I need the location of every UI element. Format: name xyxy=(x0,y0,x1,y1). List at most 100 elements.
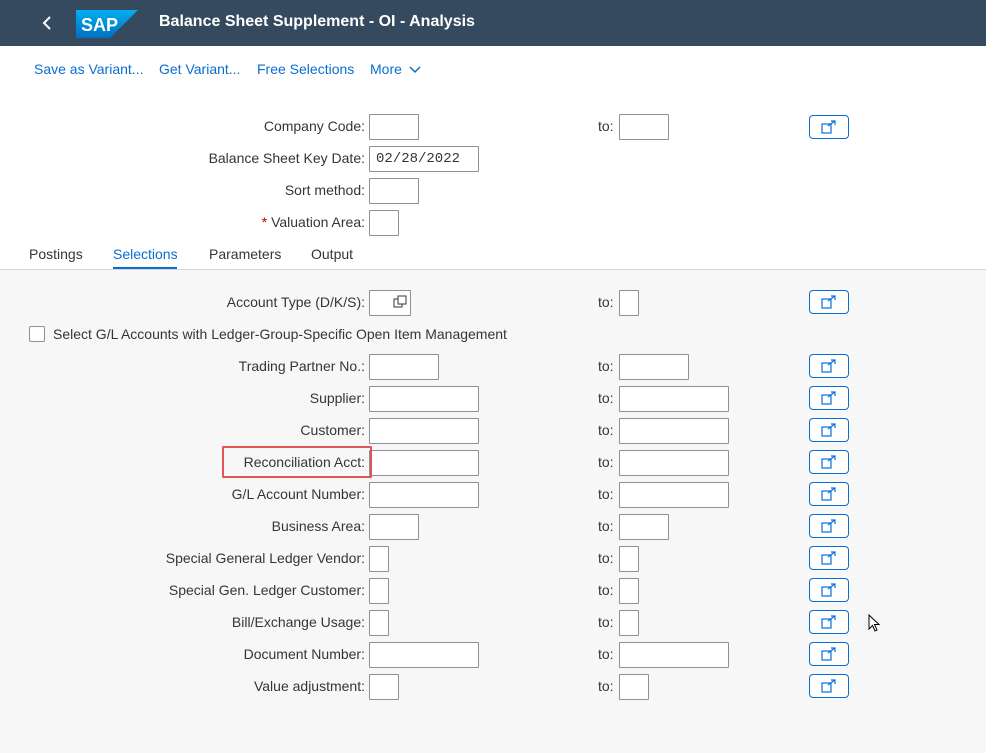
more-label: More xyxy=(370,61,402,77)
account-type-value-help-button[interactable] xyxy=(391,293,409,311)
company-code-input[interactable] xyxy=(369,114,419,140)
gl-account-number-to-input[interactable] xyxy=(619,482,729,508)
business-area-label: Business Area: xyxy=(271,518,365,534)
trading-partner-multiple-selection-button[interactable] xyxy=(809,354,849,378)
supplier-multiple-selection-button[interactable] xyxy=(809,386,849,410)
value-adjustment-to-input[interactable] xyxy=(619,674,649,700)
back-arrow-icon xyxy=(42,16,51,30)
special-gl-vendor-multiple-selection-button[interactable] xyxy=(809,546,849,570)
company-code-to-input[interactable] xyxy=(619,114,669,140)
account-type-label: Account Type (D/K/S): xyxy=(226,294,365,310)
customer-to-label: to: xyxy=(598,422,614,438)
app-title: Balance Sheet Supplement - OI - Analysis xyxy=(159,13,475,30)
document-number-to-label: to: xyxy=(598,646,614,662)
tab-selections[interactable]: Selections xyxy=(113,246,178,262)
business-area-to-label: to: xyxy=(598,518,614,534)
tab-parameters[interactable]: Parameters xyxy=(209,246,281,262)
mouse-pointer-icon xyxy=(868,614,881,632)
get-variant-button[interactable]: Get Variant... xyxy=(159,61,240,77)
shell-bar: SAP Balance Sheet Supplement - OI - Anal… xyxy=(0,0,986,46)
multiple-selection-icon xyxy=(821,679,836,693)
value-adjustment-multiple-selection-button[interactable] xyxy=(809,674,849,698)
special-gl-vendor-to-input[interactable] xyxy=(619,546,639,572)
gl-account-number-to-label: to: xyxy=(598,486,614,502)
valuation-area-label: * Valuation Area: xyxy=(262,214,365,230)
special-gl-vendor-input[interactable] xyxy=(369,546,389,572)
special-gl-customer-label: Special Gen. Ledger Customer: xyxy=(168,582,365,598)
ledger-group-checkbox[interactable] xyxy=(29,326,45,342)
supplier-label: Supplier: xyxy=(309,390,365,406)
gl-account-number-input[interactable] xyxy=(369,482,479,508)
tab-postings[interactable]: Postings xyxy=(29,246,83,262)
more-button[interactable]: More xyxy=(370,61,422,77)
multiple-selection-icon xyxy=(821,583,836,597)
reconciliation-acct-input[interactable] xyxy=(369,450,479,476)
account-type-multiple-selection-button[interactable] xyxy=(809,290,849,314)
multiple-selection-icon xyxy=(821,295,836,309)
supplier-input[interactable] xyxy=(369,386,479,412)
trading-partner-input[interactable] xyxy=(369,354,439,380)
ledger-group-checkbox-label: Select G/L Accounts with Ledger-Group-Sp… xyxy=(53,326,507,342)
document-number-input[interactable] xyxy=(369,642,479,668)
special-gl-vendor-to-label: to: xyxy=(598,550,614,566)
business-area-input[interactable] xyxy=(369,514,419,540)
company-code-to-label: to: xyxy=(598,118,614,134)
customer-input[interactable] xyxy=(369,418,479,444)
value-adjustment-to-label: to: xyxy=(598,678,614,694)
reconciliation-acct-highlight xyxy=(222,446,372,478)
valuation-area-input[interactable] xyxy=(369,210,399,236)
gl-account-number-multiple-selection-button[interactable] xyxy=(809,482,849,506)
account-type-to-label: to: xyxy=(598,294,614,310)
multiple-selection-icon xyxy=(821,391,836,405)
bill-exchange-usage-multiple-selection-button[interactable] xyxy=(809,610,849,634)
gl-account-number-label: G/L Account Number: xyxy=(231,486,365,502)
key-date-label: Balance Sheet Key Date: xyxy=(208,150,365,166)
multiple-selection-icon xyxy=(821,551,836,565)
value-adjustment-label: Value adjustment: xyxy=(253,678,365,694)
reconciliation-acct-to-label: to: xyxy=(598,454,614,470)
bill-exchange-usage-to-label: to: xyxy=(598,614,614,630)
multiple-selection-icon xyxy=(821,615,836,629)
supplier-to-label: to: xyxy=(598,390,614,406)
special-gl-customer-to-input[interactable] xyxy=(619,578,639,604)
company-code-multiple-selection-button[interactable] xyxy=(809,115,849,139)
bill-exchange-usage-to-input[interactable] xyxy=(619,610,639,636)
customer-label: Customer: xyxy=(300,422,365,438)
customer-multiple-selection-button[interactable] xyxy=(809,418,849,442)
account-type-to-input[interactable] xyxy=(619,290,639,316)
sort-method-label: Sort method: xyxy=(284,182,365,198)
value-adjustment-input[interactable] xyxy=(369,674,399,700)
trading-partner-to-input[interactable] xyxy=(619,354,689,380)
business-area-to-input[interactable] xyxy=(619,514,669,540)
value-help-icon xyxy=(393,295,407,308)
special-gl-customer-to-label: to: xyxy=(598,582,614,598)
supplier-to-input[interactable] xyxy=(619,386,729,412)
multiple-selection-icon xyxy=(821,455,836,469)
reconciliation-acct-to-input[interactable] xyxy=(619,450,729,476)
sort-method-input[interactable] xyxy=(369,178,419,204)
multiple-selection-icon xyxy=(821,359,836,373)
company-code-label: Company Code: xyxy=(263,118,365,134)
customer-to-input[interactable] xyxy=(619,418,729,444)
document-number-label: Document Number: xyxy=(243,646,365,662)
tab-output[interactable]: Output xyxy=(311,246,353,262)
document-number-to-input[interactable] xyxy=(619,642,729,668)
trading-partner-label: Trading Partner No.: xyxy=(238,358,365,374)
sap-logo: SAP xyxy=(76,10,138,38)
special-gl-vendor-label: Special General Ledger Vendor: xyxy=(165,550,365,566)
business-area-multiple-selection-button[interactable] xyxy=(809,514,849,538)
valuation-area-label-text: Valuation Area: xyxy=(271,214,365,230)
svg-text:SAP: SAP xyxy=(81,15,118,35)
special-gl-customer-input[interactable] xyxy=(369,578,389,604)
key-date-input[interactable]: 02/28/2022 xyxy=(369,146,479,172)
special-gl-customer-multiple-selection-button[interactable] xyxy=(809,578,849,602)
multiple-selection-icon xyxy=(821,120,836,134)
save-variant-button[interactable]: Save as Variant... xyxy=(34,61,143,77)
back-button[interactable] xyxy=(34,11,60,35)
bill-exchange-usage-label: Bill/Exchange Usage: xyxy=(231,614,365,630)
multiple-selection-icon xyxy=(821,647,836,661)
document-number-multiple-selection-button[interactable] xyxy=(809,642,849,666)
reconciliation-acct-multiple-selection-button[interactable] xyxy=(809,450,849,474)
free-selections-button[interactable]: Free Selections xyxy=(257,61,354,77)
bill-exchange-usage-input[interactable] xyxy=(369,610,389,636)
